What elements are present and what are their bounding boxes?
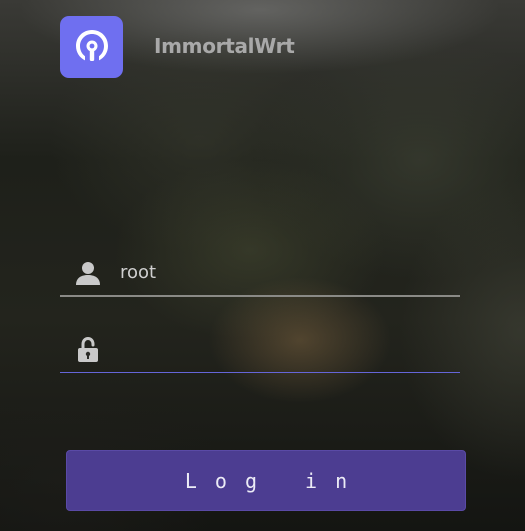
openwrt-logo-icon [75,30,108,61]
brand-logo [60,16,123,78]
username-field [60,251,460,297]
brand-name: ImmortalWrt [154,34,295,58]
user-icon [74,259,102,287]
login-button[interactable]: Log in [66,450,466,511]
unlock-icon [74,336,102,364]
password-field [60,328,460,373]
password-input[interactable] [120,332,450,366]
username-input[interactable] [120,255,450,289]
